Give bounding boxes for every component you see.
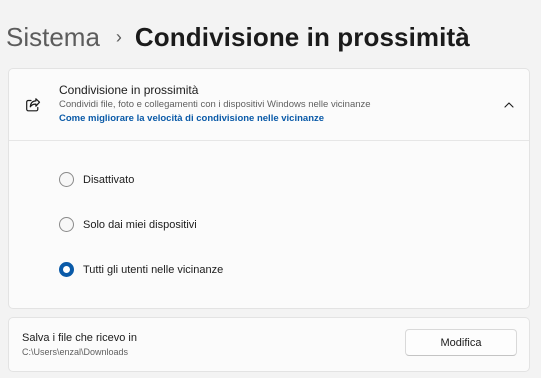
save-location-card: Salva i file che ricevo in C:\Users\enza… — [8, 317, 530, 372]
radio-label: Tutti gli utenti nelle vicinanze — [83, 263, 224, 276]
radio-button[interactable] — [59, 217, 74, 232]
breadcrumb: Sistema › Condivisione in prossimità — [6, 20, 470, 54]
breadcrumb-parent-system[interactable]: Sistema — [6, 20, 100, 54]
radio-label: Solo dai miei dispositivi — [83, 218, 197, 231]
nearby-sharing-text: Condivisione in prossimità Condividi fil… — [59, 83, 371, 126]
nearby-sharing-title: Condivisione in prossimità — [59, 83, 199, 97]
chevron-up-icon[interactable] — [499, 95, 519, 115]
chevron-right-icon: › — [115, 27, 122, 47]
nearby-sharing-header[interactable]: Condivisione in prossimità Condividi fil… — [9, 69, 529, 141]
radio-option-everyone-nearby[interactable]: Tutti gli utenti nelle vicinanze — [59, 262, 223, 277]
radio-label: Disattivato — [83, 173, 135, 186]
radio-option-my-devices[interactable]: Solo dai miei dispositivi — [59, 217, 197, 232]
page-title: Condivisione in prossimità — [134, 22, 470, 52]
radio-button[interactable] — [59, 172, 74, 187]
settings-page: Sistema › Condivisione in prossimità Con… — [0, 0, 541, 378]
save-location-title: Salva i file che ricevo in — [22, 332, 137, 344]
radio-option-off[interactable]: Disattivato — [59, 172, 134, 187]
nearby-sharing-description: Condividi file, foto e collegamenti con … — [59, 99, 371, 110]
save-location-path: C:\Users\enzal\Downloads — [22, 347, 129, 357]
modify-button[interactable]: Modifica — [405, 329, 517, 356]
share-icon — [25, 97, 41, 113]
nearby-sharing-card: Condivisione in prossimità Condividi fil… — [8, 68, 530, 309]
radio-button-selected[interactable] — [59, 262, 74, 277]
speed-improvement-link[interactable]: Come migliorare la velocità di condivisi… — [59, 112, 371, 126]
